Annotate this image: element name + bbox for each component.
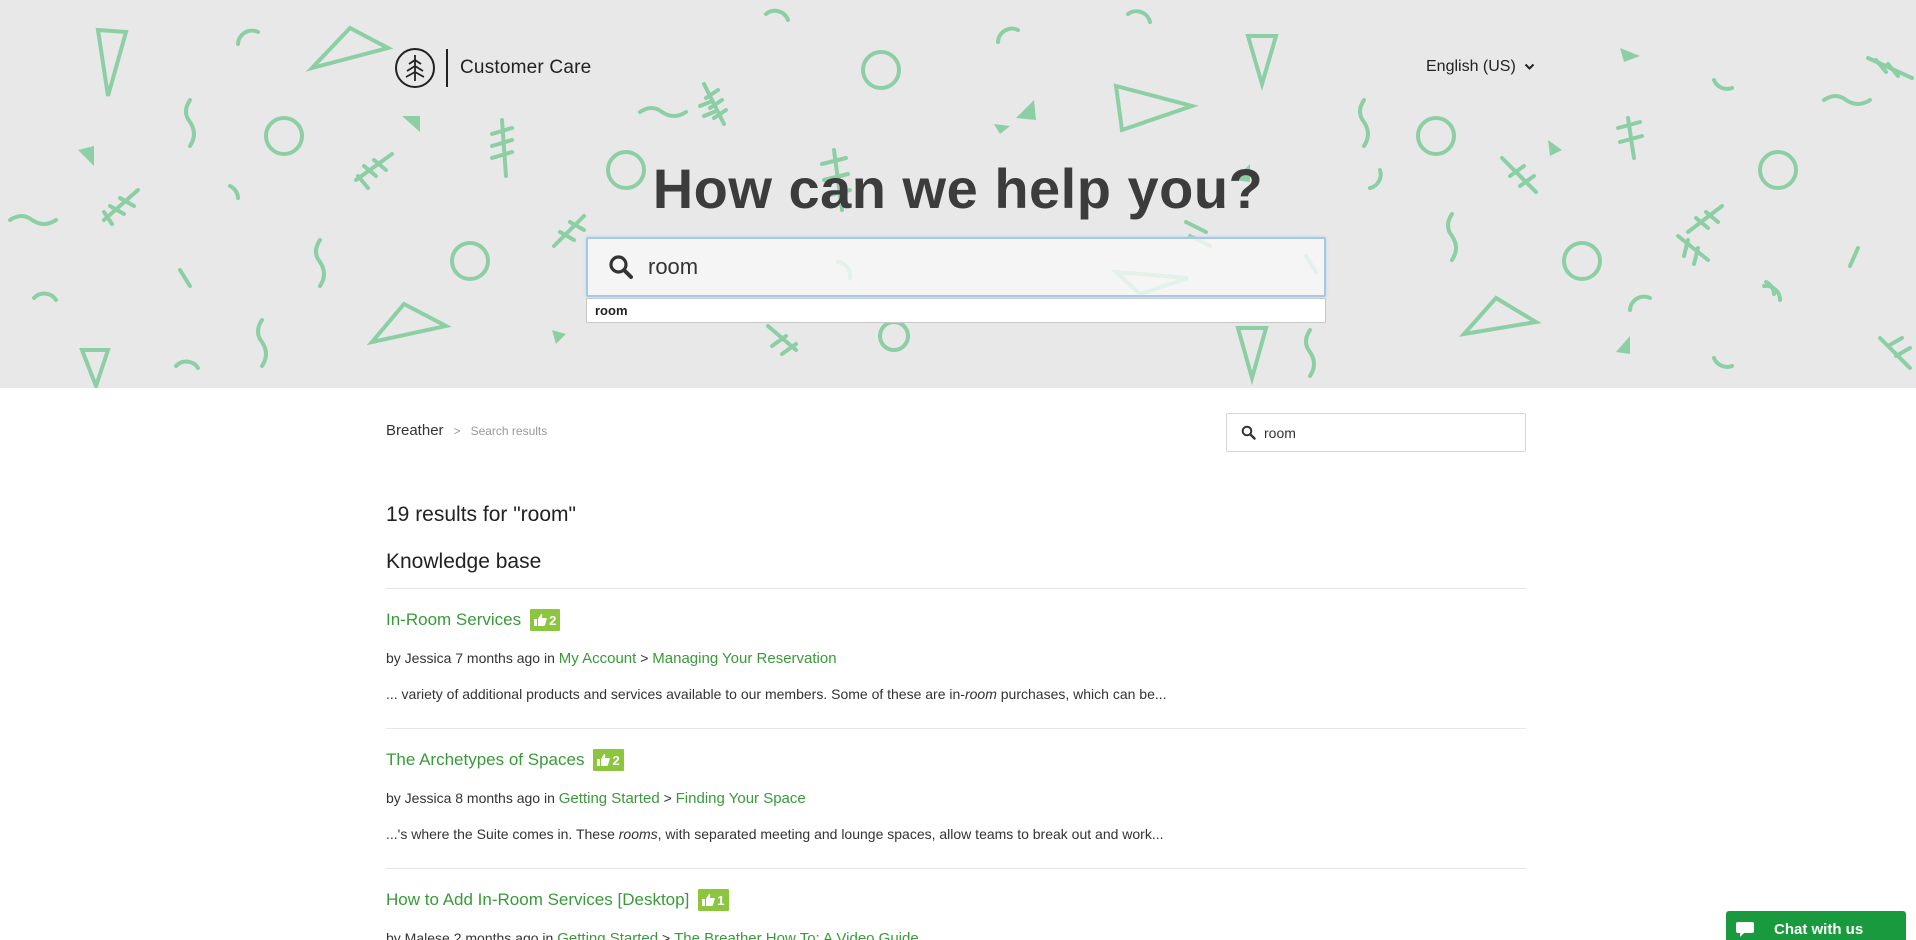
thumbs-up-icon <box>702 894 716 906</box>
hero-search-box[interactable] <box>586 237 1326 297</box>
snippet-text: ... variety of additional products and s… <box>386 686 965 702</box>
result-category-link[interactable]: Getting Started <box>557 930 658 940</box>
result-title-link[interactable]: How to Add In-Room Services [Desktop] <box>386 890 689 910</box>
brand-name: Customer Care <box>460 57 592 78</box>
breadcrumb-current: Search results <box>470 423 548 438</box>
search-result: How to Add In-Room Services [Desktop] 1 … <box>386 889 1526 940</box>
side-search-box[interactable] <box>1226 413 1526 452</box>
vote-count: 1 <box>717 892 725 908</box>
vote-count: 2 <box>612 752 620 768</box>
results-count-heading: 19 results for "room" <box>386 503 576 526</box>
result-snippet: ... variety of additional products and s… <box>386 686 1526 702</box>
divider <box>386 588 1526 589</box>
search-result: In-Room Services 2 by Jessica 7 months a… <box>386 609 1526 702</box>
hero-banner: Customer Care English (US) How can we he… <box>0 0 1916 388</box>
breadcrumb-root[interactable]: Breather <box>386 422 444 439</box>
result-author: by Malese 2 months ago in <box>386 930 554 940</box>
language-selector[interactable]: English (US) <box>1426 58 1535 76</box>
result-category-link[interactable]: Getting Started <box>559 790 660 807</box>
vote-badge: 2 <box>530 609 561 631</box>
result-title-link[interactable]: In-Room Services <box>386 610 521 630</box>
result-subcategory-link[interactable]: Finding Your Space <box>676 790 806 807</box>
result-title-link[interactable]: The Archetypes of Spaces <box>386 750 584 770</box>
chat-bubble-icon <box>1736 922 1754 937</box>
chevron-down-icon <box>1524 63 1535 70</box>
thumbs-up-icon <box>534 614 547 626</box>
divider <box>386 868 1526 869</box>
snippet-highlight: room <box>964 686 997 702</box>
breadcrumb: Breather > Search results <box>386 422 547 439</box>
section-heading: Knowledge base <box>386 550 542 573</box>
chat-button[interactable]: Chat with us <box>1726 911 1906 940</box>
hero-search-input[interactable] <box>648 254 1288 280</box>
result-author: by Jessica 8 months ago in <box>386 790 555 806</box>
snippet-text: ...'s where the Suite comes in. These <box>386 826 619 842</box>
result-subcategory-link[interactable]: Managing Your Reservation <box>652 650 836 667</box>
search-icon <box>1241 425 1256 440</box>
result-meta: by Jessica 7 months ago in My Account > … <box>386 650 1526 667</box>
autocomplete-dropdown: room <box>586 298 1326 323</box>
language-label: English (US) <box>1426 58 1516 75</box>
result-meta: by Jessica 8 months ago in Getting Start… <box>386 790 1526 807</box>
search-icon <box>609 255 633 279</box>
chat-label: Chat with us <box>1774 920 1864 938</box>
tree-logo-icon <box>395 48 435 88</box>
snippet-text: , with separated meeting and lounge spac… <box>657 826 1164 842</box>
result-subcategory-link[interactable]: The Breather How To: A Video Guide <box>674 930 919 940</box>
hero-title: How can we help you? <box>652 157 1264 220</box>
result-crumb-separator: > <box>640 650 649 666</box>
autocomplete-item[interactable]: room <box>587 299 1325 322</box>
brand[interactable]: Customer Care <box>394 47 591 89</box>
divider <box>386 728 1526 729</box>
result-crumb-separator: > <box>662 930 671 940</box>
vote-badge: 2 <box>593 749 624 771</box>
result-crumb-separator: > <box>663 790 672 806</box>
search-result: The Archetypes of Spaces 2 by Jessica 8 … <box>386 749 1526 842</box>
snippet-highlight: rooms <box>618 826 658 842</box>
result-snippet: ...'s where the Suite comes in. These ro… <box>386 826 1526 842</box>
thumbs-up-icon <box>597 754 611 766</box>
vote-badge: 1 <box>698 889 729 911</box>
result-meta: by Malese 2 months ago in Getting Starte… <box>386 930 1526 940</box>
breadcrumb-separator: > <box>453 423 461 438</box>
brand-divider <box>446 49 448 87</box>
vote-count: 2 <box>549 612 557 628</box>
result-category-link[interactable]: My Account <box>559 650 637 667</box>
result-author: by Jessica 7 months ago in <box>386 650 555 666</box>
snippet-text: purchases, which can be... <box>996 686 1167 702</box>
side-search-input[interactable] <box>1264 424 1514 441</box>
